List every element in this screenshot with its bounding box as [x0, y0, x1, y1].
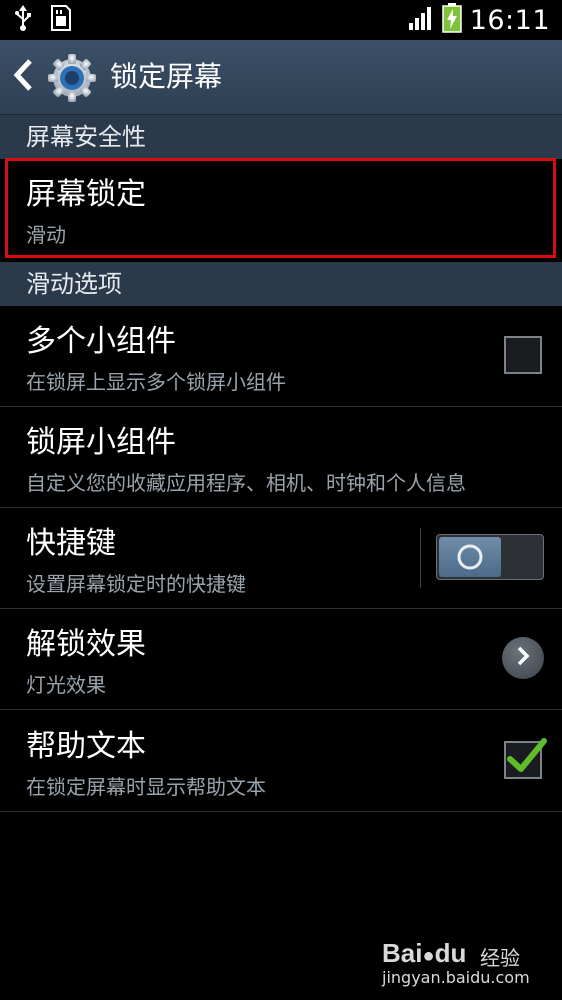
baidu-watermark: Bai●du 经验 jingyan.baidu.com [382, 938, 532, 988]
list-item-subtitle: 在锁屏上显示多个锁屏小组件 [26, 370, 286, 394]
list-item-subtitle: 在锁定屏幕时显示帮助文本 [26, 775, 266, 799]
watermark-url: jingyan.baidu.com [382, 968, 530, 987]
list-item-help-text[interactable]: 帮助文本 在锁定屏幕时显示帮助文本 [0, 711, 562, 812]
list-item-lock-screen-widgets[interactable]: 锁屏小组件 自定义您的收藏应用程序、相机、时钟和个人信息 [0, 407, 562, 508]
paw-icon: ● [422, 945, 435, 967]
list-item-title: 帮助文本 [26, 729, 146, 764]
checkmark-icon [504, 733, 550, 783]
watermark-text: 经验 [480, 946, 520, 970]
list-item-title: 解锁效果 [26, 627, 146, 662]
status-bar: 16:11 [0, 0, 562, 40]
toggle-knob [439, 537, 501, 577]
list-item-title: 快捷键 [26, 526, 116, 561]
list-item-shortcuts[interactable]: 快捷键 设置屏幕锁定时的快捷键 [0, 508, 562, 609]
settings-gear-icon [46, 52, 98, 104]
shortcuts-toggle[interactable] [436, 534, 544, 580]
list-item-title: 锁屏小组件 [26, 425, 176, 460]
help-text-checkbox[interactable] [504, 738, 547, 779]
chevron-right-icon [514, 645, 532, 671]
battery-charging-icon [441, 3, 462, 37]
multiple-widgets-checkbox[interactable] [504, 336, 542, 374]
page-title: 锁定屏幕 [110, 60, 223, 93]
list-item-unlock-effect[interactable]: 解锁效果 灯光效果 [0, 609, 562, 710]
unlock-effect-arrow-button[interactable] [502, 637, 544, 679]
section-header-label: 滑动选项 [26, 270, 122, 298]
highlight-box [5, 158, 556, 258]
app-bar: 锁定屏幕 [0, 40, 562, 115]
list-item-subtitle: 设置屏幕锁定时的快捷键 [26, 572, 246, 596]
signal-icon [408, 5, 434, 35]
back-button[interactable] [8, 58, 38, 96]
clock: 16:11 [469, 4, 550, 36]
watermark-logo: Bai●du [382, 938, 467, 968]
section-header-screen-security: 屏幕安全性 [0, 115, 562, 159]
section-header-label: 屏幕安全性 [26, 123, 146, 151]
list-item-multiple-widgets[interactable]: 多个小组件 在锁屏上显示多个锁屏小组件 [0, 306, 562, 407]
divider [420, 528, 421, 588]
back-arrow-icon [13, 58, 33, 96]
usb-icon [14, 5, 32, 35]
section-header-swipe-options: 滑动选项 [0, 262, 562, 306]
list-item-title: 多个小组件 [26, 324, 176, 359]
list-item-subtitle: 自定义您的收藏应用程序、相机、时钟和个人信息 [26, 471, 466, 495]
list-item-subtitle: 灯光效果 [26, 673, 106, 697]
sd-card-icon [50, 4, 72, 36]
